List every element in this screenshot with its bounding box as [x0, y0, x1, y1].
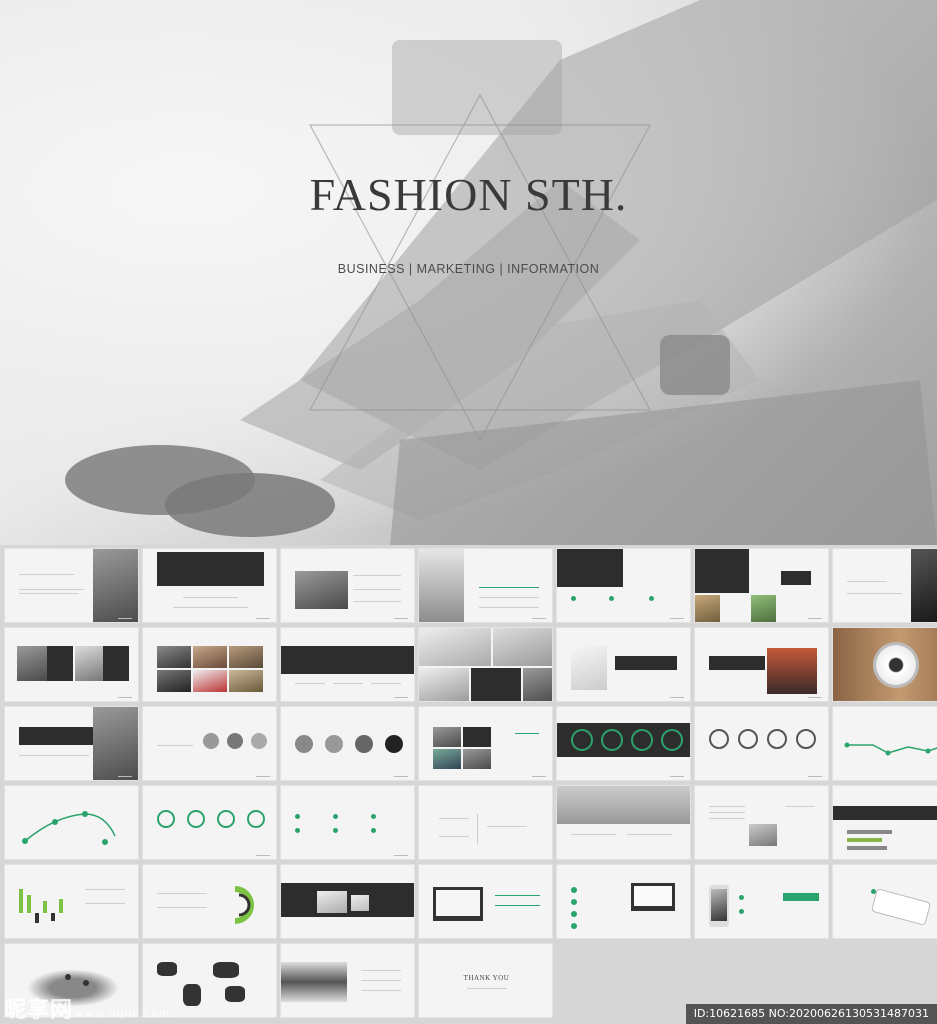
slide-thumbnail[interactable] — [556, 627, 691, 702]
slide-thumbnail[interactable] — [418, 864, 553, 939]
cover-subtitle: BUSINESS | MARKETING | INFORMATION — [337, 262, 600, 276]
slide-thumbnail[interactable] — [280, 627, 415, 702]
slide-thumbnail[interactable] — [142, 706, 277, 781]
slide-thumbnail[interactable] — [280, 864, 415, 939]
slide-thumbnail[interactable] — [694, 706, 829, 781]
slide-thumbnail[interactable] — [418, 706, 553, 781]
thank-you-text: THANK YOU — [463, 974, 510, 982]
cover-title: FASHION STH. — [309, 169, 628, 220]
slide-thumbnail[interactable] — [418, 548, 553, 623]
slide-thumbnail[interactable] — [832, 627, 937, 702]
slide-thumbnail[interactable] — [142, 785, 277, 860]
slide-thumbnail[interactable] — [832, 548, 937, 623]
slide-thumbnail[interactable] — [280, 943, 415, 1018]
slide-thumbnail[interactable] — [418, 785, 553, 860]
slide-thumbnail[interactable] — [142, 548, 277, 623]
slide-thumbnail-grid: THANK YOU 昵享网 www.nipic.com ID:10621685 N… — [0, 545, 937, 1024]
slide-thumbnail[interactable] — [832, 785, 937, 860]
slide-thumbnail[interactable] — [832, 706, 937, 781]
slide-thumbnail[interactable] — [694, 627, 829, 702]
slide-thumbnail[interactable] — [280, 548, 415, 623]
cover-slide: FASHION STH. BUSINESS | MARKETING | INFO… — [0, 0, 937, 545]
slide-thumbnail[interactable]: THANK YOU — [418, 943, 553, 1018]
slide-thumbnail[interactable] — [142, 864, 277, 939]
slide-thumbnail[interactable] — [142, 627, 277, 702]
slide-thumbnail[interactable] — [4, 785, 139, 860]
slide-thumbnail[interactable] — [4, 706, 139, 781]
slide-thumbnail[interactable] — [556, 864, 691, 939]
slide-thumbnail[interactable] — [280, 785, 415, 860]
slide-thumbnail[interactable] — [694, 864, 829, 939]
slide-thumbnail[interactable] — [694, 548, 829, 623]
slide-thumbnail[interactable] — [418, 627, 553, 702]
slide-thumbnail[interactable] — [832, 864, 937, 939]
slide-thumbnail[interactable] — [4, 627, 139, 702]
slide-thumbnail[interactable] — [556, 706, 691, 781]
slide-thumbnail[interactable] — [556, 548, 691, 623]
slide-thumbnail[interactable] — [4, 548, 139, 623]
watermark-logo: 昵享网 www.nipic.com — [4, 998, 171, 1023]
slide-thumbnail[interactable] — [556, 785, 691, 860]
watermark-id: ID:10621685 NO:20200626130531487031 — [685, 1004, 937, 1024]
slide-thumbnail[interactable] — [4, 864, 139, 939]
slide-thumbnail[interactable] — [280, 706, 415, 781]
slide-thumbnail[interactable] — [694, 785, 829, 860]
